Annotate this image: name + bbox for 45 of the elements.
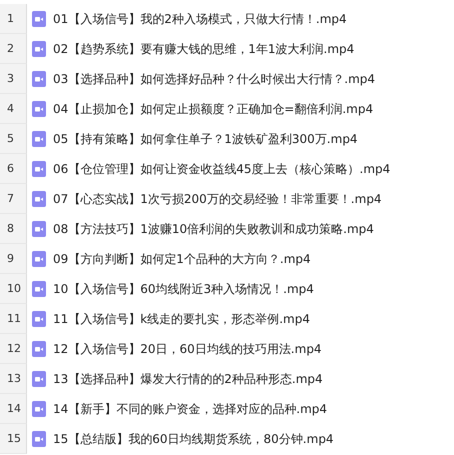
video-file-icon [32,41,46,57]
line-number: 7 [7,192,14,205]
video-file-icon [32,11,46,27]
line-number: 2 [7,42,14,55]
video-file-icon [32,191,46,207]
file-name[interactable]: 13【选择品种】爆发大行情的的2种品种形态.mp4 [53,370,323,388]
video-file-icon [32,101,46,117]
file-name[interactable]: 10【入场信号】60均线附近3种入场情况！.mp4 [53,280,314,298]
file-name[interactable]: 03【选择品种】如何选择好品种？什么时候出大行情？.mp4 [53,70,376,88]
video-file-icon [32,281,46,297]
line-number: 9 [7,252,14,265]
file-name[interactable]: 12【入场信号】20日，60日均线的技巧用法.mp4 [53,340,322,358]
line-number: 1 [7,12,14,25]
video-file-icon [32,371,46,387]
video-file-icon [32,71,46,87]
file-name[interactable]: 14【新手】不同的账户资金，选择对应的品种.mp4 [53,400,328,418]
video-file-icon [32,251,46,267]
file-name[interactable]: 05【持有策略】如何拿住单子？1波铁矿盈利300万.mp4 [53,130,358,148]
file-name[interactable]: 06【仓位管理】如何让资金收益线45度上去（核心策略）.mp4 [53,160,390,178]
file-name[interactable]: 11【入场信号】k线走的要扎实，形态举例.mp4 [53,310,310,328]
video-file-icon [32,221,46,237]
line-number: 5 [7,132,14,145]
line-number: 14 [7,402,21,415]
line-number: 3 [7,72,14,85]
line-number: 10 [7,282,21,295]
file-name[interactable]: 08【方法技巧】1波赚10倍利润的失败教训和成功策略.mp4 [53,220,374,238]
line-number: 12 [7,342,21,355]
video-file-icon [32,341,46,357]
file-name[interactable]: 15【总结版】我的60日均线期货系统，80分钟.mp4 [53,430,334,448]
line-number: 4 [7,102,14,115]
line-number: 6 [7,162,14,175]
file-name[interactable]: 07【心态实战】1次亏损200万的交易经验！非常重要！.mp4 [53,190,382,208]
video-file-icon [32,131,46,147]
line-number: 13 [7,372,21,385]
video-file-icon [32,161,46,177]
file-name[interactable]: 01【入场信号】我的2种入场模式，只做大行情！.mp4 [53,10,347,28]
line-number: 11 [7,312,21,325]
video-file-icon [32,311,46,327]
line-number: 8 [7,222,14,235]
video-file-icon [32,431,46,447]
file-name[interactable]: 02【趋势系统】要有赚大钱的思维，1年1波大利润.mp4 [53,40,354,58]
file-name[interactable]: 09【方向判断】如何定1个品种的大方向？.mp4 [53,250,311,268]
video-file-icon [32,401,46,417]
file-name[interactable]: 04【止损加仓】如何定止损额度？正确加仓=翻倍利润.mp4 [53,100,374,118]
line-number: 15 [7,432,21,445]
